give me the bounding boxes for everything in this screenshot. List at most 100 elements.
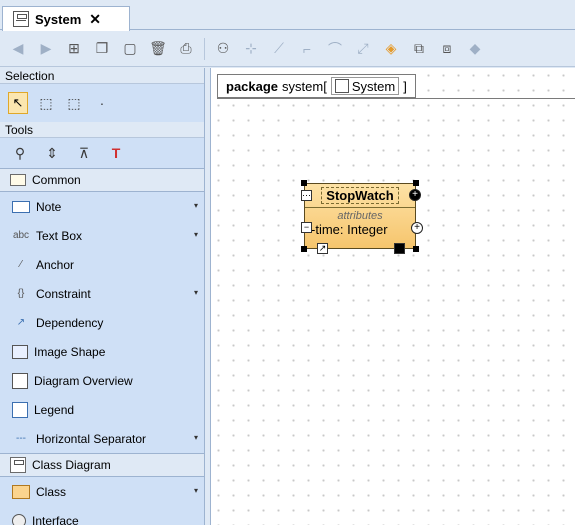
dropdown-arrow-icon[interactable]: ▾ [194,230,198,239]
anchor-icon: ⁄ [20,259,22,270]
tab-system[interactable]: System ✕ [2,6,130,31]
package-keyword: package [226,78,279,94]
constraint-icon: {} [17,288,25,299]
package-name: system[ [282,78,327,94]
section-common[interactable]: Common [0,168,204,192]
folder-icon [10,174,26,186]
close-icon[interactable]: ✕ [89,11,101,28]
print-icon[interactable]: ⎙ [176,39,196,59]
tools-header: Tools [0,122,204,138]
item-label: Legend [34,402,75,417]
diagram-canvas[interactable]: package system[ System ] StopWatch attri… [210,68,575,525]
attribute-time[interactable]: -time: Integer [305,222,415,237]
palette-item-constraint[interactable]: {} Constraint ▾ [0,279,204,308]
add-icon[interactable]: + [409,189,421,201]
interface-icon [12,513,26,525]
item-label: Class [36,484,67,499]
forward-icon[interactable]: ▶ [36,39,56,59]
dependency-icon: ↗ [16,317,26,328]
collapse-icon[interactable]: ⋯ [301,190,312,201]
copy-icon[interactable]: ❐ [92,39,112,59]
palette-panel: Selection ↖ ⬚ ⬚ · Tools ⚲ ⇕ ⊼ T Common N… [0,68,205,525]
package-frame-header[interactable]: package system[ System ] [217,74,416,98]
palette-item-image-shape[interactable]: Image Shape [0,337,204,366]
class-name[interactable]: StopWatch [321,187,399,204]
resize-handle[interactable] [301,180,307,186]
package-close: ] [403,78,407,94]
line-style-icon[interactable]: ⊹ [241,39,261,59]
palette-item-interface[interactable]: Interface [0,506,204,525]
dropdown-arrow-icon[interactable]: ▾ [194,433,198,442]
layout-icon[interactable]: ⚇ [213,39,233,59]
minus-icon[interactable]: − [301,222,312,233]
palette-item-dependency[interactable]: ↗ Dependency [0,308,204,337]
marquee-icon[interactable]: ⬚ [36,93,56,113]
textbox-icon: abc [12,230,30,241]
link-icon[interactable]: ↗ [317,243,328,254]
overview-icon [12,372,28,389]
selection-tools: ↖ ⬚ ⬚ · [0,84,204,122]
selection-header: Selection [0,68,204,84]
resize-icon[interactable]: ⇕ [42,143,62,163]
align-icon[interactable]: ⊼ [74,143,94,163]
diagram-link[interactable]: System [330,77,400,95]
dropdown-arrow-icon[interactable]: ▾ [194,201,198,210]
add-attribute-icon[interactable]: + [411,222,423,234]
dropdown-arrow-icon[interactable]: ▾ [194,486,198,495]
fill-color-icon[interactable]: ◈ [381,39,401,59]
section-label: Class Diagram [32,458,111,472]
back-icon[interactable]: ◀ [8,39,28,59]
class-shape-stopwatch[interactable]: StopWatch attributes -time: Integer ⋯ − … [301,180,423,254]
bring-front-icon[interactable]: ⧉ [409,39,429,59]
item-label: Horizontal Separator [36,431,147,446]
legend-icon [12,401,28,418]
package-frame-border [217,98,575,99]
bezier-icon[interactable]: ⌒ [325,39,345,59]
smart-manipulator-icon[interactable] [394,243,405,254]
resize-handle[interactable] [301,246,307,252]
image-icon [12,344,28,359]
class-diagram-icon [334,79,349,93]
section-label: Common [32,173,81,187]
class-diagram-icon [10,457,26,473]
send-back-icon[interactable]: ⧈ [437,39,457,59]
palette-item-diagram-overview[interactable]: Diagram Overview [0,366,204,395]
text-tool-icon[interactable]: T [106,143,126,163]
item-label: Interface [32,513,79,525]
palette-item-legend[interactable]: Legend [0,395,204,424]
dropdown-arrow-icon[interactable]: ▾ [194,288,198,297]
diagram-link-label: System [351,78,396,94]
section-class-diagram[interactable]: Class Diagram [0,453,204,477]
resize-handle[interactable] [413,180,419,186]
diagram-toolbar: ◀ ▶ ⊞ ❐ ▢ 🗑 ⎙ ⚇ ⊹ ⟋ ⌐ ⌒ ⤢ ◈ ⧉ ⧈ ◆ [0,31,575,67]
more-selection-icon[interactable]: · [92,93,112,113]
note-icon [12,200,30,213]
palette-item-note[interactable]: Note ▾ [0,192,204,221]
class-diagram-icon [13,11,29,27]
class-name-compartment[interactable]: StopWatch [305,184,415,208]
pointer-icon[interactable]: ↖ [8,92,28,114]
diagram-properties-icon[interactable]: ⊞ [64,39,84,59]
more-icon[interactable]: ◆ [465,39,485,59]
item-label: Diagram Overview [34,373,133,388]
path-style-icon[interactable]: ⟋ [269,39,289,59]
app-window: System ✕ ◀ ▶ ⊞ ❐ ▢ 🗑 ⎙ ⚇ ⊹ ⟋ ⌐ ⌒ ⤢ ◈ ⧉ ⧈… [0,0,575,525]
oblique-icon[interactable]: ⤢ [353,39,373,59]
resize-handle[interactable] [413,246,419,252]
stamp-icon[interactable]: ⚲ [10,143,30,163]
item-label: Anchor [36,257,75,272]
item-label: Note [36,199,62,214]
lasso-icon[interactable]: ⬚ [64,93,84,113]
delete-icon[interactable]: 🗑 [148,39,168,59]
tab-bar: System ✕ [0,0,575,31]
palette-item-text-box[interactable]: abc Text Box ▾ [0,221,204,250]
item-label: Image Shape [34,344,106,359]
separator [204,37,205,60]
rectilinear-icon[interactable]: ⌐ [297,39,317,59]
item-label: Text Box [36,228,83,243]
palette-item-class[interactable]: Class ▾ [0,477,204,506]
palette-item-horizontal-separator[interactable]: --- Horizontal Separator ▾ [0,424,204,453]
item-label: Constraint [36,286,91,301]
paste-icon[interactable]: ▢ [120,39,140,59]
palette-item-anchor[interactable]: ⁄ Anchor [0,250,204,279]
